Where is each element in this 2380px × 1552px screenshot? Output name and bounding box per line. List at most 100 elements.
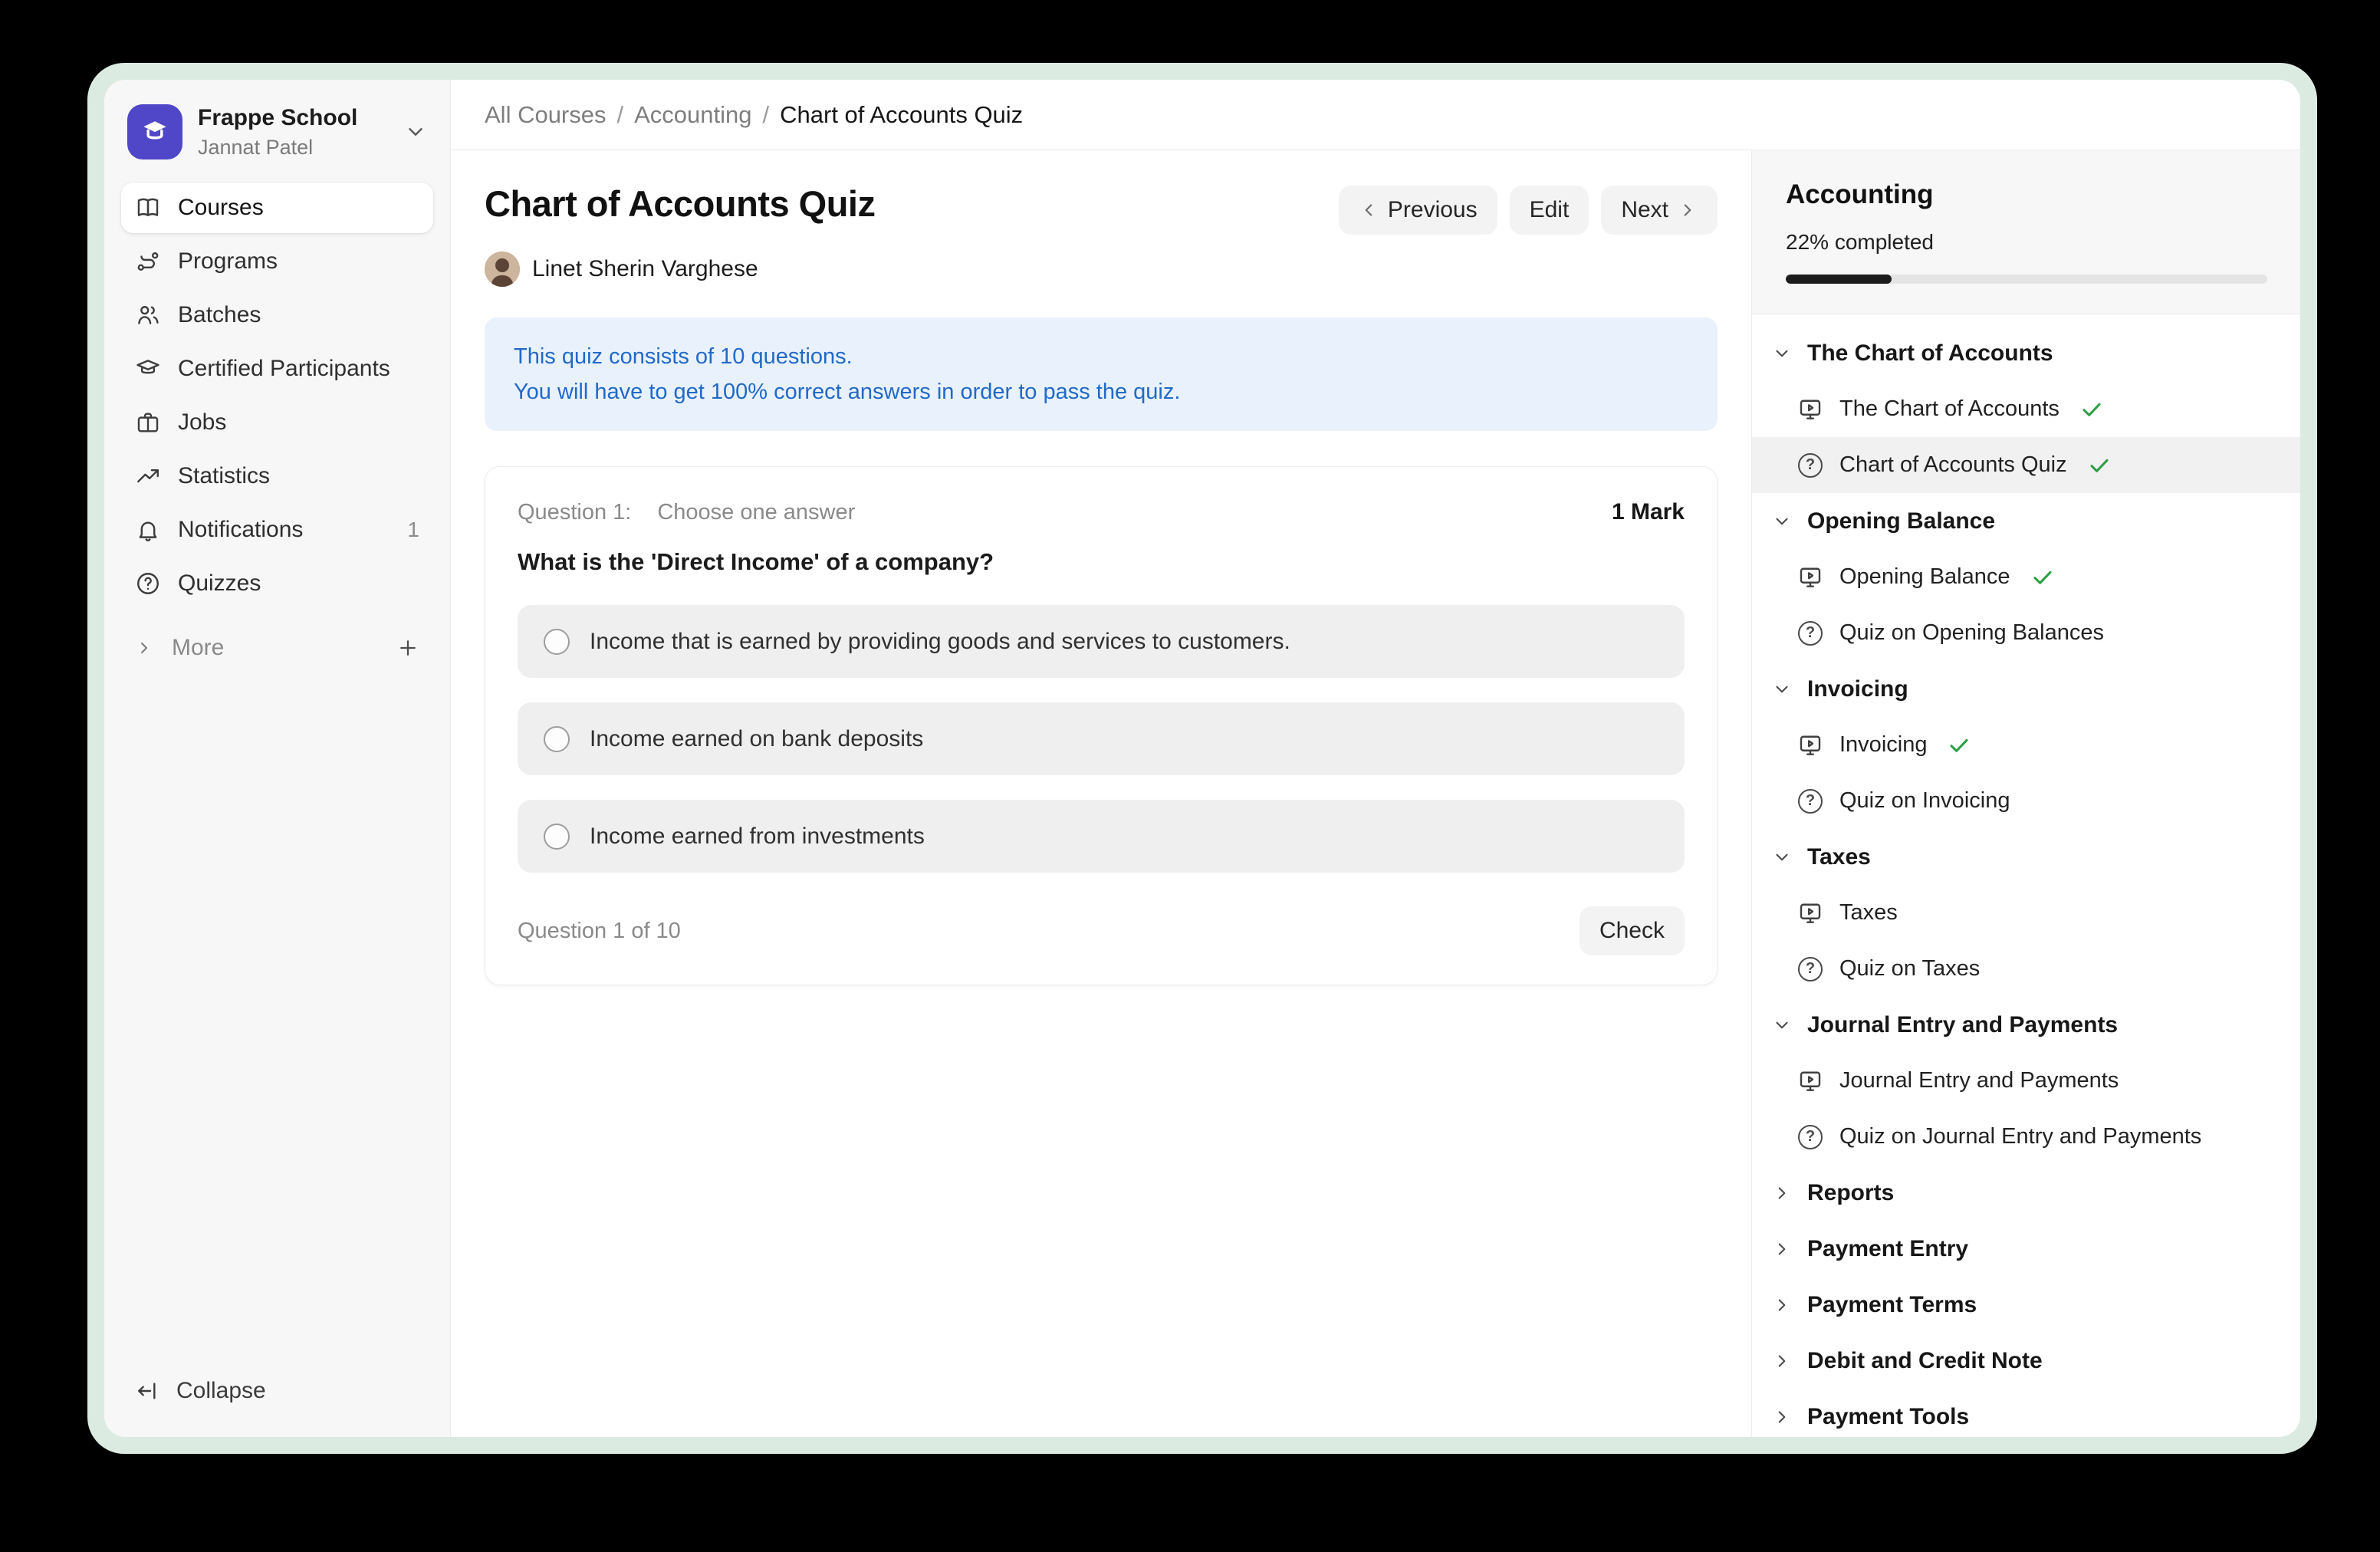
radio-button[interactable] (544, 629, 570, 655)
outline-item-chart-of-accounts-quiz[interactable]: ?Chart of Accounts Quiz (1752, 437, 2300, 493)
outline-item-quiz-on-invoicing[interactable]: ?Quiz on Invoicing (1752, 773, 2300, 829)
answer-option-2[interactable]: Income earned on bank deposits (518, 702, 1685, 775)
chevron-right-icon (1772, 1407, 1792, 1427)
app-window: Frappe School Jannat Patel Courses Progra… (104, 80, 2300, 1437)
outline-section-journal-entry-and-payments[interactable]: Journal Entry and Payments (1752, 997, 2300, 1053)
left-sidebar: Frappe School Jannat Patel Courses Progra… (104, 80, 451, 1437)
outline-item-label: Opening Balance (1839, 564, 2010, 590)
breadcrumb-accounting[interactable]: Accounting (634, 101, 751, 129)
outline-section-payment-terms[interactable]: Payment Terms (1752, 1277, 2300, 1333)
collapse-sidebar-button[interactable]: Collapse (121, 1368, 433, 1414)
breadcrumb-separator: / (617, 101, 624, 129)
section-label: Debit and Credit Note (1807, 1348, 2043, 1374)
outline-item-invoicing[interactable]: Invoicing (1752, 717, 2300, 773)
outline-item-label: Taxes (1839, 900, 1898, 926)
outline-section-debit-and-credit-note[interactable]: Debit and Credit Note (1752, 1333, 2300, 1389)
section-label: The Chart of Accounts (1807, 340, 2053, 367)
answer-option-1[interactable]: Income that is earned by providing goods… (518, 605, 1685, 678)
outline-section-opening-balance[interactable]: Opening Balance (1752, 493, 2300, 549)
collapse-icon (135, 1379, 159, 1403)
edit-button[interactable]: Edit (1510, 186, 1589, 235)
sidebar-item-programs[interactable]: Programs (121, 236, 433, 287)
sidebar-item-courses[interactable]: Courses (121, 182, 433, 233)
section-label: Journal Entry and Payments (1807, 1012, 2118, 1038)
book-icon (135, 195, 161, 221)
notice-line-1: This quiz consists of 10 questions. (514, 339, 1688, 374)
check-button[interactable]: Check (1580, 906, 1685, 955)
page-title: Chart of Accounts Quiz (485, 182, 876, 225)
sidebar-item-batches[interactable]: Batches (121, 290, 433, 340)
progress-bar (1786, 275, 2267, 284)
sidebar-item-label: Jobs (178, 409, 226, 436)
question-progress: Question 1 of 10 (518, 919, 681, 944)
next-button[interactable]: Next (1601, 186, 1718, 235)
outline-section-the-chart-of-accounts[interactable]: The Chart of Accounts (1752, 325, 2300, 381)
next-label: Next (1621, 197, 1668, 223)
sidebar-item-label: Certified Participants (178, 356, 390, 382)
sidebar-item-quizzes[interactable]: Quizzes (121, 558, 433, 609)
quiz-icon: ? (1797, 1123, 1824, 1151)
notification-count: 1 (407, 518, 419, 542)
route-icon (135, 248, 161, 275)
chevron-right-icon (135, 639, 153, 657)
course-progress-label: 22% completed (1786, 230, 2267, 255)
outline-item-the-chart-of-accounts[interactable]: The Chart of Accounts (1752, 381, 2300, 437)
option-label: Income earned on bank deposits (590, 726, 923, 752)
section-label: Reports (1807, 1180, 1894, 1206)
window-frame: Frappe School Jannat Patel Courses Progra… (87, 63, 2317, 1454)
sidebar-item-notifications[interactable]: Notifications1 (121, 505, 433, 555)
outline-item-label: The Chart of Accounts (1839, 396, 2059, 422)
question-text: What is the 'Direct Income' of a company… (518, 548, 1685, 576)
lesson-icon (1797, 899, 1824, 927)
sidebar-item-label: Batches (178, 302, 261, 328)
sidebar-item-label: Statistics (178, 463, 270, 489)
quiz-icon: ? (1797, 620, 1824, 647)
sidebar-item-label: Courses (178, 195, 264, 221)
chevron-down-icon[interactable] (404, 120, 427, 143)
brand-user: Jannat Patel (198, 136, 389, 159)
option-label: Income earned from investments (590, 824, 925, 850)
outline-section-reports[interactable]: Reports (1752, 1165, 2300, 1221)
outline-section-payment-tools[interactable]: Payment Tools (1752, 1389, 2300, 1437)
outline-item-opening-balance[interactable]: Opening Balance (1752, 549, 2300, 605)
outline-item-taxes[interactable]: Taxes (1752, 885, 2300, 941)
outline-section-invoicing[interactable]: Invoicing (1752, 661, 2300, 717)
quiz-icon: ? (1797, 788, 1824, 815)
desktop-background: Frappe School Jannat Patel Courses Progra… (0, 0, 2380, 1552)
sidebar-item-jobs[interactable]: Jobs (121, 397, 433, 448)
check-icon (2030, 565, 2055, 590)
previous-button[interactable]: Previous (1339, 186, 1497, 235)
sidebar-item-statistics[interactable]: Statistics (121, 451, 433, 501)
breadcrumb-bar: All Courses / Accounting / Chart of Acco… (451, 80, 2300, 150)
outline-item-quiz-on-journal-entry-and-payments[interactable]: ?Quiz on Journal Entry and Payments (1752, 1109, 2300, 1165)
section-label: Payment Tools (1807, 1404, 1969, 1430)
outline-section-taxes[interactable]: Taxes (1752, 829, 2300, 885)
section-label: Payment Terms (1807, 1292, 1977, 1318)
outline-section-payment-entry[interactable]: Payment Entry (1752, 1221, 2300, 1277)
outline-item-journal-entry-and-payments[interactable]: Journal Entry and Payments (1752, 1053, 2300, 1109)
chevron-left-icon (1359, 200, 1379, 220)
section-label: Taxes (1807, 844, 1871, 870)
sidebar-item-more[interactable]: More (121, 623, 433, 673)
question-marks: 1 Mark (1612, 499, 1685, 525)
answer-option-3[interactable]: Income earned from investments (518, 800, 1685, 873)
brand-text: Frappe School Jannat Patel (198, 105, 389, 159)
lesson-icon (1797, 564, 1824, 591)
workspace-switcher[interactable]: Frappe School Jannat Patel (121, 100, 433, 159)
plus-icon[interactable] (396, 636, 419, 659)
radio-button[interactable] (544, 726, 570, 752)
chevron-down-icon (1772, 679, 1792, 699)
users-icon (135, 302, 161, 328)
outline-item-quiz-on-taxes[interactable]: ?Quiz on Taxes (1752, 941, 2300, 997)
quiz-icon: ? (1797, 452, 1824, 479)
radio-button[interactable] (544, 824, 570, 850)
bell-icon (135, 517, 161, 543)
breadcrumb-all-courses[interactable]: All Courses (485, 101, 607, 129)
content-column: All Courses / Accounting / Chart of Acco… (451, 80, 2300, 1437)
sidebar-item-certified-participants[interactable]: Certified Participants (121, 344, 433, 394)
breadcrumb: All Courses / Accounting / Chart of Acco… (485, 101, 1023, 129)
outline-item-quiz-on-opening-balances[interactable]: ?Quiz on Opening Balances (1752, 605, 2300, 661)
author-name: Linet Sherin Varghese (532, 256, 758, 282)
section-label: Payment Entry (1807, 1236, 1968, 1262)
briefcase-icon (135, 409, 161, 436)
